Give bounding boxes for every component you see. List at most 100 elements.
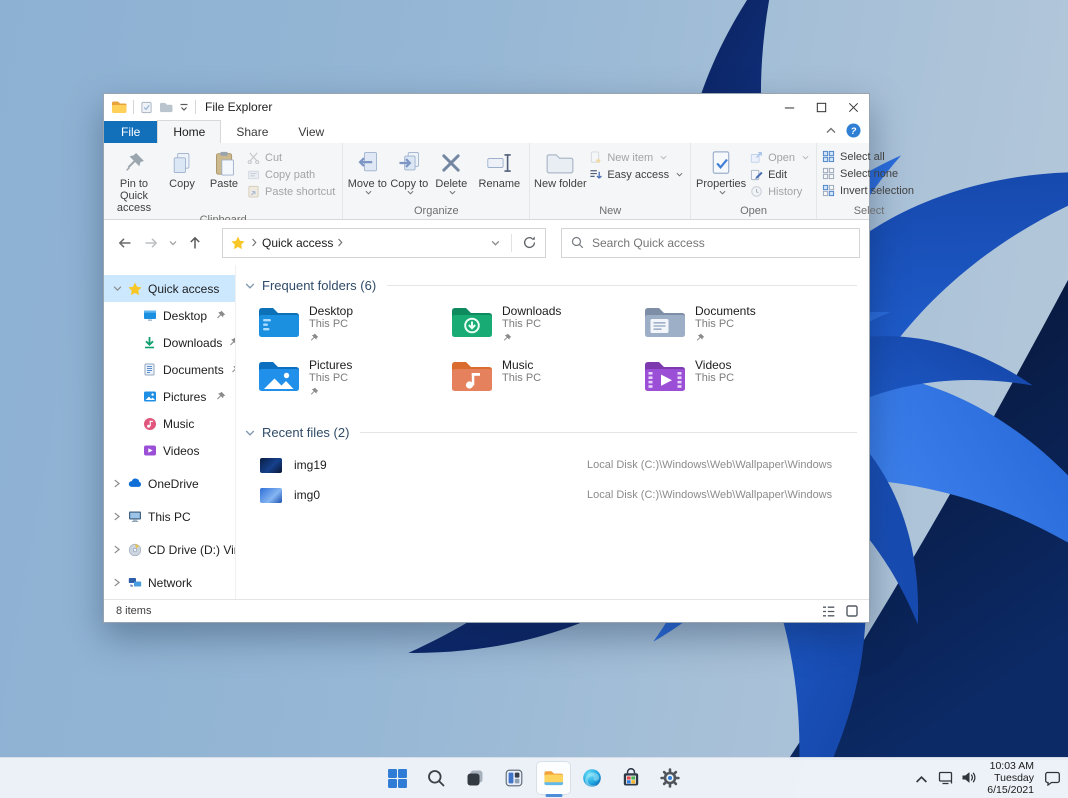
sidebar-item-onedrive[interactable]: OneDrive — [104, 470, 235, 497]
select-all-button[interactable]: Select all — [822, 150, 914, 163]
open-icon — [750, 151, 763, 164]
tab-home[interactable]: Home — [157, 120, 222, 143]
image-thumbnail — [260, 487, 282, 503]
history-button[interactable]: History — [750, 185, 809, 198]
qat-properties-icon[interactable] — [140, 101, 153, 114]
network-tray-button[interactable] — [938, 770, 954, 786]
sidebar-item-pictures[interactable]: Pictures — [104, 383, 235, 410]
sidebar-item-network[interactable]: Network — [104, 569, 235, 596]
maximize-button[interactable] — [805, 94, 837, 120]
edge-button[interactable] — [575, 761, 610, 795]
downloads-icon — [143, 336, 156, 349]
sidebar-item-this-pc[interactable]: This PC — [104, 503, 235, 530]
paste-shortcut-button[interactable]: Paste shortcut — [247, 185, 335, 198]
chevron-right-icon[interactable] — [113, 479, 121, 488]
file-explorer-taskbar-button[interactable] — [536, 761, 571, 795]
minimize-button[interactable] — [773, 94, 805, 120]
sidebar-item-music[interactable]: Music — [104, 410, 235, 437]
frequent-folders-header[interactable]: Frequent folders (6) — [236, 278, 857, 293]
paste-button[interactable]: Paste — [203, 145, 245, 190]
notification-center-button[interactable] — [1044, 770, 1062, 786]
address-dropdown-icon[interactable] — [491, 240, 500, 246]
file-row-img0[interactable]: img0 Local Disk (C:)\Windows\Web\Wallpap… — [236, 480, 869, 510]
address-bar[interactable]: Quick access — [222, 227, 546, 258]
tab-file[interactable]: File — [104, 121, 158, 143]
volume-tray-button[interactable] — [961, 770, 977, 786]
clock[interactable]: 10:03 AM Tuesday 6/15/2021 — [987, 760, 1034, 796]
system-tray: 10:03 AM Tuesday 6/15/2021 — [915, 758, 1062, 798]
pin-to-quick-access-button[interactable]: Pin to Quick access — [107, 145, 161, 214]
rename-button[interactable]: Rename — [472, 145, 526, 190]
tab-view[interactable]: View — [283, 121, 339, 143]
folder-tile-desktop[interactable]: Desktop This PC — [257, 304, 450, 355]
new-folder-button[interactable]: New folder — [533, 145, 587, 190]
chevron-right-icon[interactable] — [113, 545, 121, 554]
properties-button[interactable]: Properties — [694, 145, 748, 195]
collapse-ribbon-icon[interactable] — [826, 127, 836, 134]
open-button[interactable]: Open — [750, 151, 809, 164]
recent-files-header[interactable]: Recent files (2) — [236, 425, 857, 440]
sidebar-item-desktop[interactable]: Desktop — [104, 302, 235, 329]
chevron-right-icon[interactable] — [113, 578, 121, 587]
taskbar-search-button[interactable] — [419, 761, 454, 795]
store-button[interactable] — [614, 761, 649, 795]
forward-button[interactable] — [138, 230, 164, 256]
caret-down-icon — [449, 190, 456, 195]
collapse-section-icon[interactable] — [245, 281, 255, 291]
large-icons-view-button[interactable] — [845, 604, 860, 619]
edit-button[interactable]: Edit — [750, 168, 809, 181]
folder-tile-documents[interactable]: Documents This PC — [643, 304, 836, 355]
chevron-right-icon[interactable] — [113, 512, 121, 521]
pin-icon — [309, 387, 319, 397]
sidebar-item-cd-drive[interactable]: CD Drive (D:) Virtuall — [104, 536, 235, 563]
copy-button[interactable]: Copy — [161, 145, 203, 190]
qat-customize-icon[interactable] — [179, 102, 189, 112]
easy-access-button[interactable]: Easy access — [589, 168, 683, 181]
sidebar-item-videos[interactable]: Videos — [104, 437, 235, 464]
breadcrumb-quick-access[interactable]: Quick access — [262, 236, 333, 250]
paste-shortcut-label: Paste shortcut — [265, 185, 336, 198]
copy-to-button[interactable]: Copy to — [388, 145, 430, 195]
select-none-button[interactable]: Select none — [822, 167, 914, 180]
collapse-section-icon[interactable] — [245, 428, 255, 438]
recent-locations-button[interactable] — [164, 230, 182, 256]
help-icon[interactable]: ? — [846, 123, 861, 138]
details-view-button[interactable] — [821, 604, 836, 619]
cd-drive-icon — [128, 543, 142, 557]
close-button[interactable] — [837, 94, 869, 120]
open-group-label: Open — [740, 205, 767, 217]
copy-path-button[interactable]: Copy path — [247, 168, 335, 181]
sidebar-item-downloads[interactable]: Downloads — [104, 329, 235, 356]
delete-button[interactable]: Delete — [430, 145, 472, 195]
breadcrumb-chevron-icon[interactable] — [337, 238, 344, 247]
cut-button[interactable]: Cut — [247, 151, 335, 164]
move-to-icon — [354, 150, 380, 176]
titlebar[interactable]: File Explorer — [104, 94, 869, 120]
file-path: Local Disk (C:)\Windows\Web\Wallpaper\Wi… — [587, 459, 833, 471]
new-item-button[interactable]: New item — [589, 151, 683, 164]
qat-new-folder-icon[interactable] — [159, 101, 173, 113]
large-icons-view-icon — [845, 604, 859, 618]
show-hidden-icons-button[interactable] — [915, 770, 931, 786]
tab-share[interactable]: Share — [221, 121, 283, 143]
search-box[interactable]: Search Quick access — [561, 227, 860, 258]
start-button[interactable] — [380, 761, 415, 795]
file-row-img19[interactable]: img19 Local Disk (C:)\Windows\Web\Wallpa… — [236, 450, 869, 480]
chevron-down-icon[interactable] — [113, 284, 122, 293]
invert-selection-button[interactable]: Invert selection — [822, 184, 914, 197]
folder-tile-music[interactable]: Music This PC — [450, 358, 643, 409]
breadcrumb-chevron-icon[interactable] — [251, 238, 258, 247]
tray-time: 10:03 AM — [989, 760, 1034, 772]
folder-tile-downloads[interactable]: Downloads This PC — [450, 304, 643, 355]
up-button[interactable] — [182, 230, 208, 256]
back-button[interactable] — [112, 230, 138, 256]
settings-button[interactable] — [653, 761, 688, 795]
task-view-button[interactable] — [458, 761, 493, 795]
widgets-button[interactable] — [497, 761, 532, 795]
sidebar-item-quick-access[interactable]: Quick access — [104, 275, 235, 302]
refresh-icon[interactable] — [522, 235, 537, 250]
move-to-button[interactable]: Move to — [346, 145, 388, 195]
folder-tile-pictures[interactable]: Pictures This PC — [257, 358, 450, 409]
folder-tile-videos[interactable]: Videos This PC — [643, 358, 836, 409]
sidebar-item-documents[interactable]: Documents — [104, 356, 235, 383]
